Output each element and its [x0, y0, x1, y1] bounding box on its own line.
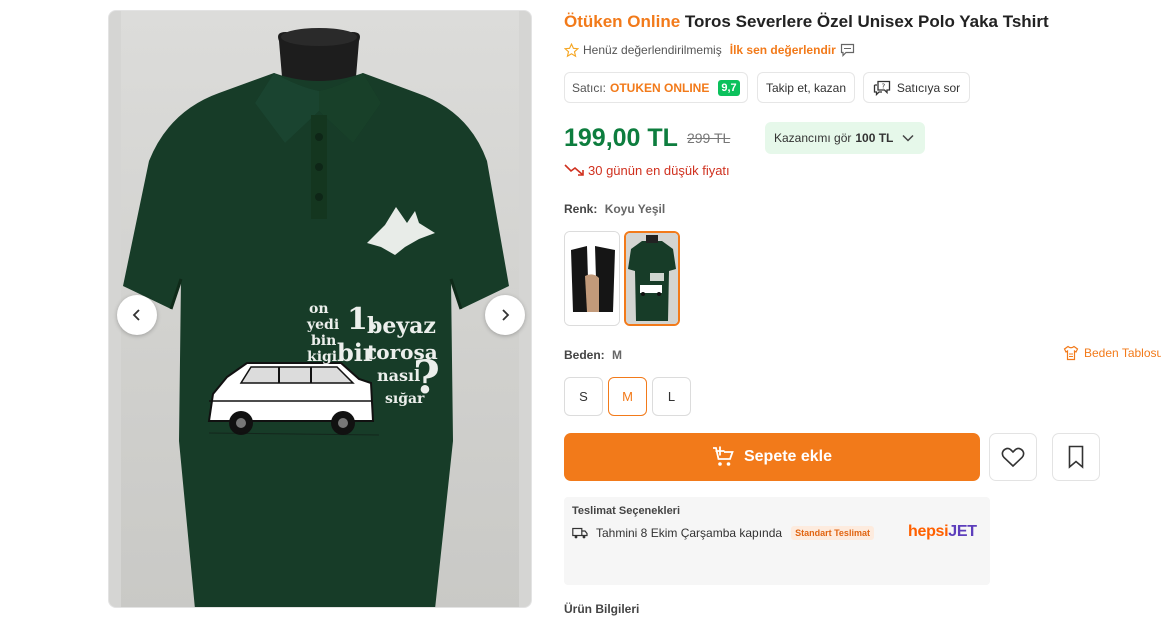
size-label: Beden: M	[564, 348, 622, 362]
chevron-down-icon	[902, 134, 914, 142]
follow-label: Takip et, kazan	[765, 80, 847, 95]
earn-label: Kazancımı gör	[774, 131, 852, 145]
trend-down-icon	[564, 164, 584, 176]
svg-text:?: ?	[881, 82, 885, 90]
earn-dropdown[interactable]: Kazancımı gör 100 TL	[765, 122, 925, 154]
old-price: 299 TL	[686, 130, 731, 146]
ask-seller-label: Satıcıya sor	[896, 80, 961, 95]
print-line-1: beyaz	[367, 313, 436, 339]
lowest-price-notice: 30 günün en düşük fiyatı	[564, 161, 730, 179]
delivery-options-panel: Teslimat Seçenekleri Tahmini 8 Ekim Çarş…	[564, 497, 990, 585]
print-word-kigi: kigi	[307, 349, 337, 365]
not-rated-text: Henüz değerlendirilmemiş	[583, 43, 722, 57]
star-outline-icon	[564, 42, 579, 57]
heart-icon	[1001, 447, 1025, 468]
size-option-label: L	[667, 389, 676, 404]
size-option-label: S	[579, 389, 588, 404]
carrier-logo-part2: JET	[948, 523, 977, 540]
add-to-cart-button[interactable]: Sepete ekle	[564, 433, 980, 481]
size-option-l[interactable]: L	[652, 377, 691, 416]
size-option-m[interactable]: M	[608, 377, 647, 416]
next-image-button[interactable]	[485, 295, 525, 335]
follow-button[interactable]: Takip et, kazan	[757, 72, 855, 103]
bookmark-button[interactable]	[1052, 433, 1100, 481]
product-title: Ötüken Online Toros Severlere Özel Unise…	[564, 12, 1154, 32]
carrier-logo: hepsiJET	[908, 523, 977, 541]
delivery-estimate-row: Tahmini 8 Ekim Çarşamba kapında Standart…	[572, 526, 874, 540]
seller-label: Satıcı:	[572, 80, 607, 95]
size-chart-label: Beden Tablosu	[1084, 346, 1161, 360]
favorite-button[interactable]	[989, 433, 1037, 481]
price-row: 199,00 TL 299 TL	[564, 122, 730, 154]
chevron-left-icon	[132, 309, 140, 321]
color-value: Koyu Yeşil	[604, 202, 666, 216]
standard-delivery-badge: Standart Teslimat	[791, 526, 874, 540]
print-word-on: on	[309, 301, 329, 317]
delivery-estimate-text: Tahmini 8 Ekim Çarşamba kapında	[596, 526, 783, 540]
green-shirt-thumbnail	[626, 233, 678, 324]
bookmark-icon	[1068, 445, 1084, 469]
product-image-gallery: on yedi bin kigi 1. bir beyaz torosa nas…	[108, 10, 532, 608]
print-word-yedi: yedi	[306, 317, 339, 333]
chevron-right-icon	[502, 309, 510, 321]
color-label-text: Renk:	[564, 202, 598, 216]
rating-row: Henüz değerlendirilmemiş İlk sen değerle…	[564, 41, 855, 59]
ask-seller-button[interactable]: ? Satıcıya sor	[863, 72, 970, 103]
previous-image-button[interactable]	[117, 295, 157, 335]
black-shirt-thumbnail	[565, 232, 619, 325]
truck-icon	[572, 527, 588, 539]
shirt-icon	[1063, 345, 1079, 361]
delivery-heading: Teslimat Seçenekleri	[572, 505, 681, 517]
seller-chip[interactable]: Satıcı: OTUKEN ONLINE 9,7	[564, 72, 748, 103]
size-label-text: Beden:	[564, 348, 605, 362]
carrier-logo-part1: hepsi	[908, 523, 949, 540]
add-to-cart-label: Sepete ekle	[743, 448, 833, 465]
seller-score-badge: 9,7	[718, 79, 740, 96]
product-name: Toros Severlere Özel Unisex Polo Yaka Ts…	[684, 12, 1049, 31]
color-label: Renk: Koyu Yeşil	[564, 202, 665, 216]
question-chat-icon: ?	[873, 80, 890, 96]
brand-link[interactable]: Ötüken Online	[564, 12, 680, 31]
print-word-bin: bin	[311, 333, 336, 349]
color-swatch-black[interactable]	[564, 231, 620, 326]
current-price: 199,00 TL	[564, 123, 678, 152]
product-image: on yedi bin kigi 1. bir beyaz torosa nas…	[123, 28, 509, 607]
seller-name[interactable]: OTUKEN ONLINE	[610, 81, 709, 95]
size-value: M	[612, 348, 623, 362]
size-chart-link[interactable]: Beden Tablosu	[1063, 345, 1161, 361]
earn-value: 100 TL	[855, 131, 894, 145]
product-info-heading: Ürün Bilgileri	[564, 602, 640, 616]
print-question-mark: ?	[413, 350, 440, 404]
size-option-s[interactable]: S	[564, 377, 603, 416]
comment-icon[interactable]	[840, 43, 855, 57]
cart-plus-icon	[712, 446, 734, 466]
color-swatch-dark-green[interactable]	[624, 231, 680, 326]
lowest-price-text: 30 günün en düşük fiyatı	[588, 162, 730, 178]
first-review-link[interactable]: İlk sen değerlendir	[730, 43, 836, 57]
size-option-label: M	[622, 389, 633, 404]
